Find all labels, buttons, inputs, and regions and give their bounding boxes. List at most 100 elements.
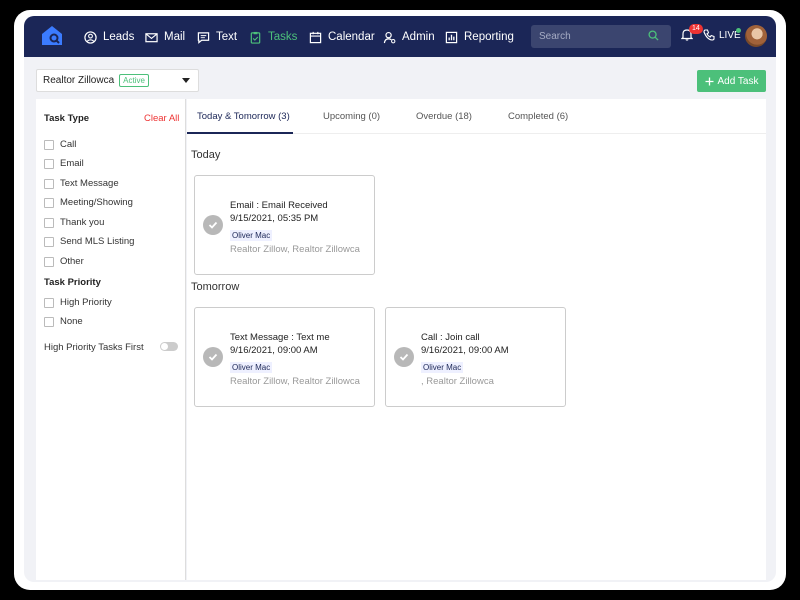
checkbox[interactable] [44, 178, 54, 189]
filter-high-priority[interactable]: High Priority [44, 297, 112, 308]
filter-label: Call [60, 139, 77, 150]
complete-task-button[interactable] [394, 347, 414, 367]
checkbox[interactable] [44, 256, 54, 267]
tab-today-tomorrow[interactable]: Today & Tomorrow (3) [197, 111, 290, 122]
filter-label: High Priority [60, 297, 112, 308]
nav-tasks-label: Tasks [268, 31, 298, 43]
nav-calendar[interactable]: Calendar [309, 28, 375, 46]
task-panel: Today & Tomorrow (3) Upcoming (0) Overdu… [187, 99, 766, 580]
search-box [531, 25, 671, 48]
task-tabs: Today & Tomorrow (3) Upcoming (0) Overdu… [187, 99, 766, 134]
tab-upcoming[interactable]: Upcoming (0) [323, 111, 380, 122]
high-priority-first-label: High Priority Tasks First [44, 342, 144, 353]
user-circle-icon [84, 30, 97, 44]
filter-text-message[interactable]: Text Message [44, 178, 119, 189]
filter-label: None [60, 316, 83, 327]
nav-calendar-label: Calendar [328, 31, 375, 43]
filter-send-mls-listing[interactable]: Send MLS Listing [44, 236, 134, 247]
task-title: Email : Email Received [230, 200, 328, 211]
nav-admin-label: Admin [402, 31, 435, 43]
clipboard-icon [250, 31, 261, 44]
task-owner[interactable]: Oliver Mac [421, 362, 464, 373]
checkmark-icon [399, 353, 409, 361]
filter-other[interactable]: Other [44, 256, 84, 267]
toggle-knob [161, 343, 168, 350]
live-indicator-dot [736, 28, 741, 33]
task-owner[interactable]: Oliver Mac [230, 362, 273, 373]
plus-icon [705, 77, 714, 85]
home-logo-icon[interactable] [40, 24, 64, 46]
task-associated-contacts: Realtor Zillow, Realtor Zillowca [230, 376, 360, 387]
envelope-icon [145, 32, 158, 42]
tab-completed[interactable]: Completed (6) [508, 111, 568, 122]
user-select[interactable]: Realtor Zillowca Active [36, 69, 199, 92]
task-owner[interactable]: Oliver Mac [230, 230, 273, 241]
selected-user-label: Realtor Zillowca [43, 75, 115, 86]
nav-mail-label: Mail [164, 31, 186, 43]
nav-reporting[interactable]: Reporting [445, 28, 514, 46]
message-icon [197, 31, 210, 44]
task-card[interactable]: Text Message : Text me 9/16/2021, 09:00 … [194, 307, 375, 407]
checkbox[interactable] [44, 297, 54, 308]
filter-label: Thank you [60, 217, 105, 228]
task-date: 9/16/2021, 09:00 AM [230, 345, 318, 356]
task-associated-contacts: , Realtor Zillowca [421, 376, 494, 387]
filter-email[interactable]: Email [44, 158, 84, 169]
filter-label: Text Message [60, 178, 119, 189]
today-heading: Today [191, 149, 221, 161]
complete-task-button[interactable] [203, 347, 223, 367]
top-nav: Leads Mail Text Tasks Calendar Admin Rep… [24, 16, 776, 57]
avatar[interactable] [745, 25, 767, 47]
checkbox[interactable] [44, 139, 54, 150]
chart-icon [445, 31, 458, 43]
task-date: 9/16/2021, 09:00 AM [421, 345, 509, 356]
task-card[interactable]: Call : Join call 9/16/2021, 09:00 AM Oli… [385, 307, 566, 407]
task-date: 9/15/2021, 05:35 PM [230, 213, 319, 224]
filter-label: Meeting/Showing [60, 197, 133, 208]
checkbox[interactable] [44, 316, 54, 327]
checkbox[interactable] [44, 236, 54, 247]
filter-none[interactable]: None [44, 316, 83, 327]
task-card[interactable]: Email : Email Received 9/15/2021, 05:35 … [194, 175, 375, 275]
nav-text[interactable]: Text [197, 28, 237, 46]
admin-user-icon [383, 31, 396, 43]
tab-overdue[interactable]: Overdue (18) [416, 111, 472, 122]
nav-tasks[interactable]: Tasks [249, 28, 297, 46]
filter-meeting-showing[interactable]: Meeting/Showing [44, 197, 133, 208]
active-tab-indicator [187, 132, 293, 134]
search-input[interactable] [539, 31, 639, 42]
clear-all-link[interactable]: Clear All [144, 113, 179, 124]
nav-leads-label: Leads [103, 31, 135, 43]
app-screen: Leads Mail Text Tasks Calendar Admin Rep… [24, 16, 776, 582]
task-priority-heading: Task Priority [44, 277, 101, 288]
checkbox[interactable] [44, 197, 54, 208]
task-associated-contacts: Realtor Zillow, Realtor Zillowca [230, 244, 360, 255]
nav-reporting-label: Reporting [464, 31, 514, 43]
checkbox[interactable] [44, 158, 54, 169]
nav-text-label: Text [216, 31, 238, 43]
add-task-button[interactable]: Add Task [697, 70, 766, 92]
task-type-heading: Task Type [44, 113, 90, 124]
high-priority-first-toggle[interactable] [160, 342, 178, 351]
chevron-down-icon [182, 78, 190, 83]
filter-sidebar: Task Type Clear All Call Email Text Mess… [36, 99, 186, 580]
complete-task-button[interactable] [203, 215, 223, 235]
filter-label: Send MLS Listing [60, 236, 135, 247]
calendar-icon [309, 31, 322, 43]
checkbox[interactable] [44, 217, 54, 228]
nav-admin[interactable]: Admin [383, 28, 435, 46]
filter-label: Other [60, 256, 84, 267]
filter-thank-you[interactable]: Thank you [44, 217, 104, 228]
status-badge: Active [119, 74, 149, 87]
checkmark-icon [208, 221, 218, 229]
search-icon[interactable] [648, 30, 659, 41]
checkmark-icon [208, 353, 218, 361]
nav-leads[interactable]: Leads [84, 28, 134, 46]
task-title: Text Message : Text me [230, 332, 330, 343]
phone-icon[interactable] [703, 29, 715, 41]
tomorrow-heading: Tomorrow [191, 281, 240, 293]
task-title: Call : Join call [421, 332, 480, 343]
filter-call[interactable]: Call [44, 139, 76, 150]
nav-mail[interactable]: Mail [145, 28, 185, 46]
filter-label: Email [60, 158, 84, 169]
